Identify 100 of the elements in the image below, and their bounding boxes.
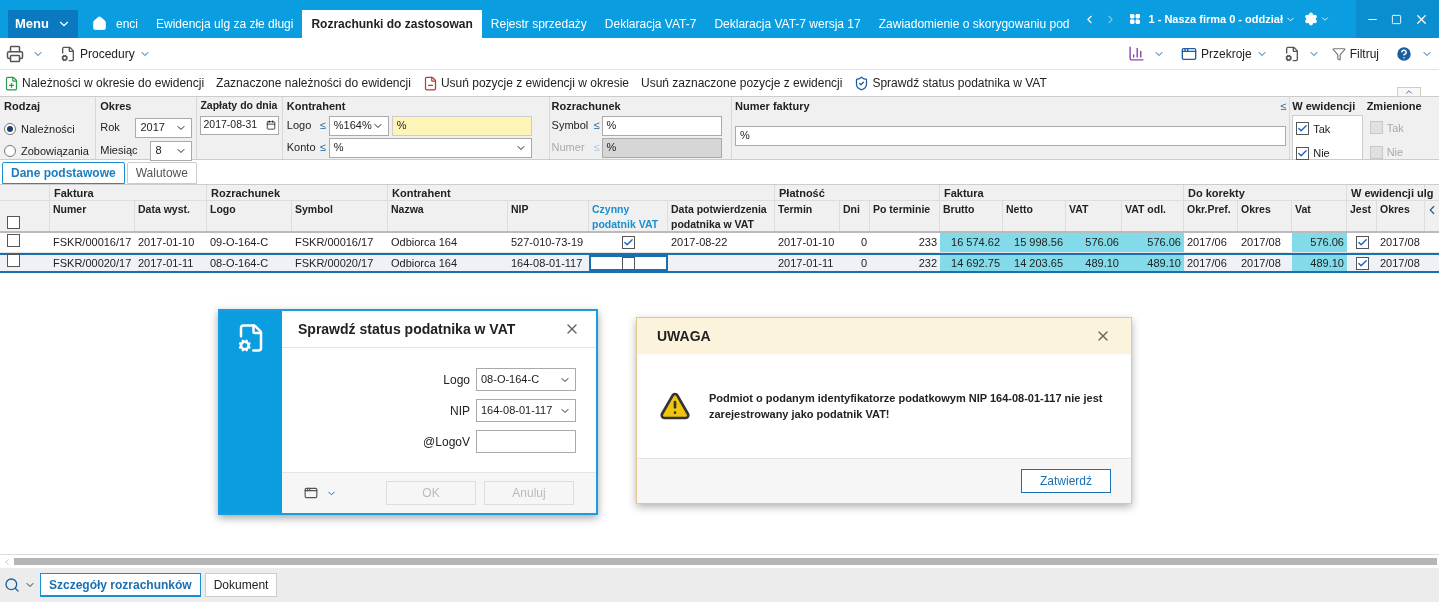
filter-button[interactable]: Filtruj [1331,44,1379,63]
printer-icon[interactable] [6,44,24,63]
column-header[interactable]: VAT [1066,201,1122,231]
menu-button[interactable]: Menu [8,10,78,38]
confirm-button[interactable]: Zatwierdź [1021,469,1111,493]
bar-chart-icon[interactable] [1127,45,1145,62]
checkbox-label: Nie [1313,146,1330,161]
column-header[interactable]: Nazwa [388,201,508,231]
action-button[interactable]: Sprawdź status podatnika w VAT [854,74,1047,92]
checkbox[interactable] [622,256,635,270]
help-icon[interactable] [1395,44,1413,63]
column-header[interactable]: Vat [1292,201,1347,231]
table-cell-text: FSKR/00016/17 [52,235,133,251]
table-cell-text: 08-O-164-C [209,255,270,271]
radio-option[interactable]: Zobowiązania [4,143,92,160]
column-header[interactable]: Numer [50,201,135,231]
column-group-header: Do korekty [1188,187,1245,199]
date-field[interactable]: 2017-08-31 [200,115,279,135]
filter-title: Rodzaj [4,99,42,114]
column-header[interactable]: Netto [1003,201,1066,231]
settings-icon[interactable] [1304,12,1318,26]
checkbox[interactable] [622,236,635,249]
table-cell-text: Odbiorca 164 [390,235,459,251]
tab[interactable]: Dane podstawowe [2,162,125,184]
checkbox[interactable] [7,233,20,247]
column-header[interactable]: NIP [508,201,589,231]
column-header[interactable]: Data potwierdzenia podatnika w VAT [668,201,775,231]
filter-title: W ewidencji [1292,99,1357,114]
column-header[interactable]: Okr.Pref. [1184,201,1238,231]
select-field[interactable]: 2017 [135,117,193,138]
tab[interactable]: Rozrachunki do zastosowan [302,10,482,38]
table-cell: 489.10 [1122,255,1184,271]
tab[interactable]: Walutowe [126,162,197,184]
calendar-icon[interactable] [265,120,276,131]
document-gear-icon [60,45,76,62]
text-field[interactable]: % [601,115,722,136]
select-field[interactable]: 08-O-164-C [476,368,576,391]
window-icon[interactable] [304,486,318,500]
table-cell-text: FSKR/00020/17 [294,255,375,271]
column-header[interactable]: Po terminie [870,201,940,231]
table-cell: 576.06 [1122,233,1184,252]
text-field[interactable]: % [391,115,532,136]
select-field[interactable]: %164% [328,115,389,136]
views-button[interactable]: Przekroje [1180,44,1268,63]
procedures-button[interactable]: Procedury [60,44,151,63]
select-field[interactable]: 164-08-01-117 [476,399,576,422]
table-cell-text: 2017/08 [1240,255,1282,271]
search-icon[interactable] [4,577,20,593]
operator-text: ≤ [593,118,600,134]
tab[interactable]: Szczegóły rozrachunków [40,573,201,597]
filter-title: Kontrahent [286,99,347,114]
action-button[interactable]: Należności w okresie do ewidencji [4,74,205,92]
scrollbar-thumb[interactable] [14,558,1437,565]
table-cell-text: Odbiorca 164 [390,255,459,271]
grid-icon[interactable] [1128,13,1141,25]
text-field[interactable]: % [735,125,1287,146]
checkbox[interactable] [1355,256,1369,270]
select-field[interactable]: % [328,137,532,158]
column-header[interactable]: VAT odl. [1122,201,1184,231]
table-row[interactable]: FSKR/00020/17 2017-01-11 08-O-164-C FSKR/00020/17 Odbiorca 164 164-08-01-117 2017-01-11 0 232 14 692.75 14 203.65 489.10 489.10 2017/06 2017/08 489.10 2017/08 [0,253,1439,273]
column-header[interactable]: Jest [1347,201,1377,231]
dialog-title: UWAGA [657,326,711,346]
filter-title: Zapłaty do dnia [200,98,279,113]
column-group-header: Kontrahent [392,187,451,199]
home-icon[interactable] [92,16,107,31]
column-header[interactable]: Symbol [292,201,388,231]
column-group-header: Płatność [779,187,825,199]
chevron-down-icon[interactable] [1320,14,1330,24]
checkbox[interactable] [1296,146,1310,160]
column-header[interactable]: Okres [1377,201,1425,231]
operator-text: ≤ [319,118,326,134]
column-header[interactable]: Data wyst. [135,201,207,231]
table-cell-text: 2017/08 [1379,255,1421,271]
action-button[interactable]: Usuń zaznaczone pozycje z ewidencji [641,74,843,92]
table-cell-text: 2017/08 [1379,235,1421,251]
action-button[interactable]: Zaznaczone należności do ewidencji [216,74,411,92]
shield-icon [854,75,870,91]
column-header[interactable]: Logo [207,201,292,231]
column-header[interactable]: Brutto [940,201,1003,231]
column-header[interactable]: Dni [840,201,870,231]
maximize-icon[interactable] [1391,13,1402,25]
checkbox[interactable] [7,216,20,229]
checkbox[interactable] [1296,122,1310,136]
table-cell-text: 233 [917,235,938,251]
column-group-header: Rozrachunek [211,187,281,199]
column-header[interactable]: Okres [1238,201,1292,231]
action-button[interactable]: Usuń pozycje z ewidencji w okresie [422,74,629,92]
filter-title: Zmienione [1366,99,1423,114]
column-header[interactable]: Termin [775,201,840,231]
tab[interactable]: Dokument [204,573,278,597]
dialog-title: Sprawdź status podatnika w VAT [298,319,516,339]
radio-option[interactable]: Należności [4,120,92,137]
text-field[interactable] [476,430,576,453]
checkbox[interactable] [1355,236,1369,249]
document-gear-icon[interactable] [1283,45,1300,62]
select-field[interactable]: 8 [150,140,193,161]
filter-title: Rozrachunek [551,99,622,114]
field-label: @LogoV [423,433,470,451]
column-group-header: W ewidencji ulg [1351,187,1434,199]
checkbox[interactable] [7,254,20,268]
